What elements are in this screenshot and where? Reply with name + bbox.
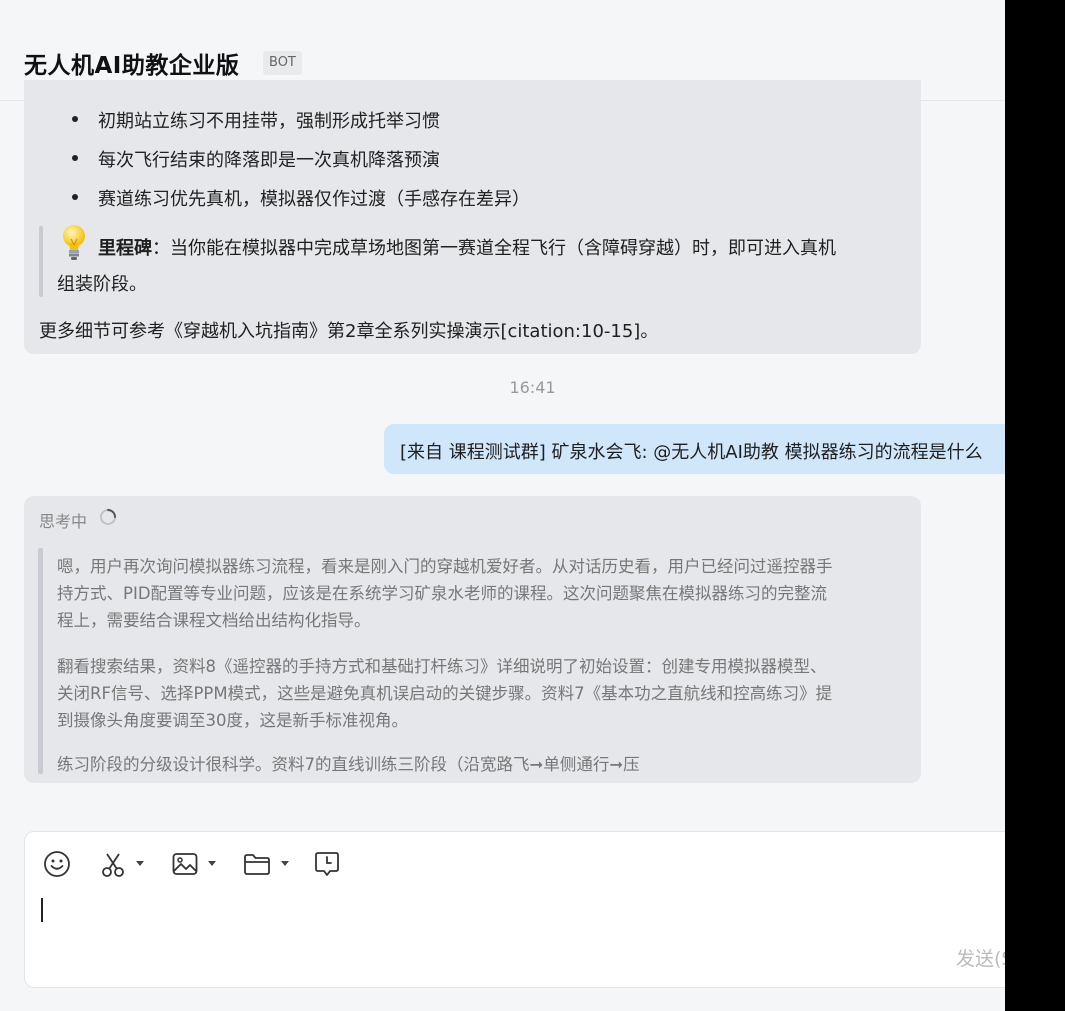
- thinking-line: 到摄像头角度要调至30度，这是新手标准视角。: [57, 711, 408, 730]
- list-item-text: 赛道练习优先真机，模拟器仅作过渡（手感存在差异）: [98, 189, 530, 210]
- bullet-dot: [72, 155, 78, 161]
- folder-icon[interactable]: [242, 849, 272, 881]
- milestone-text: 里程碑：当你能在模拟器中完成草场地图第一赛道全程飞行（含障碍穿越）时，即可进入真…: [98, 234, 836, 260]
- list-item-text: 初期站立练习不用挂带，强制形成托举习惯: [98, 111, 440, 132]
- text-cursor: [41, 898, 43, 922]
- history-icon[interactable]: [312, 849, 342, 881]
- page-title: 无人机AI助教企业版: [24, 53, 240, 79]
- emoji-icon[interactable]: [42, 849, 72, 881]
- thinking-quote-bar: [38, 548, 43, 774]
- thinking-label: 思考中: [39, 512, 88, 531]
- thinking-line: 练习阶段的分级设计很科学。资料7的直线训练三阶段（沿宽路飞➞单侧通行➞压: [57, 755, 640, 774]
- send-button[interactable]: 发送(S): [956, 944, 1005, 971]
- message-timestamp: 16:41: [509, 378, 556, 397]
- list-item-text: 每次飞行结束的降落即是一次真机降落预演: [98, 150, 440, 171]
- lightbulb-icon: [63, 225, 85, 260]
- milestone-label: 里程碑: [98, 238, 152, 259]
- chat-window: 初期站立练习不用挂带，强制形成托举习惯 每次飞行结束的降落即是一次真机降落预演 …: [0, 0, 1005, 1011]
- bot-thinking-message: [24, 496, 921, 783]
- thinking-line: 持方式、PID配置等专业问题，应该是在系统学习矿泉水老师的课程。这次问题聚焦在模…: [57, 584, 828, 603]
- loading-spinner-icon: [100, 509, 116, 525]
- milestone-body: ：当你能在模拟器中完成草场地图第一赛道全程飞行（含障碍穿越）时，即可进入真机: [152, 238, 836, 259]
- bullet-dot: [72, 116, 78, 122]
- reference-text: 更多细节可参考《穿越机入坑指南》第2章全系列实操演示[citation:10-1…: [39, 321, 659, 342]
- chevron-down-icon[interactable]: [208, 861, 216, 866]
- user-message-text: [来自 课程测试群] 矿泉水会飞: @无人机AI助教 模拟器练习的流程是什么: [400, 442, 983, 463]
- chevron-down-icon[interactable]: [281, 861, 289, 866]
- user-message: [来自 课程测试群] 矿泉水会飞: @无人机AI助教 模拟器练习的流程是什么: [384, 424, 1005, 474]
- thinking-line: 翻看搜索结果，资料8《遥控器的手持方式和基础打杆练习》详细说明了初始设置：创建专…: [57, 657, 827, 676]
- image-icon[interactable]: [170, 849, 200, 881]
- thinking-line: 关闭RF信号、选择PPM模式，这些是避免真机误启动的关键步骤。资料7《基本功之直…: [57, 684, 833, 703]
- bullet-dot: [72, 194, 78, 200]
- thinking-line: 程上，需要结合课程文档给出结构化指导。: [57, 611, 371, 630]
- scissors-icon[interactable]: [98, 849, 128, 881]
- milestone-text-continued: 组装阶段。: [57, 274, 147, 295]
- chevron-down-icon[interactable]: [136, 861, 144, 866]
- blockquote-bar: [39, 226, 43, 297]
- bot-badge: BOT: [263, 51, 302, 75]
- thinking-line: 嗯，用户再次询问模拟器练习流程，看来是刚入门的穿越机爱好者。从对话历史看，用户已…: [57, 557, 833, 576]
